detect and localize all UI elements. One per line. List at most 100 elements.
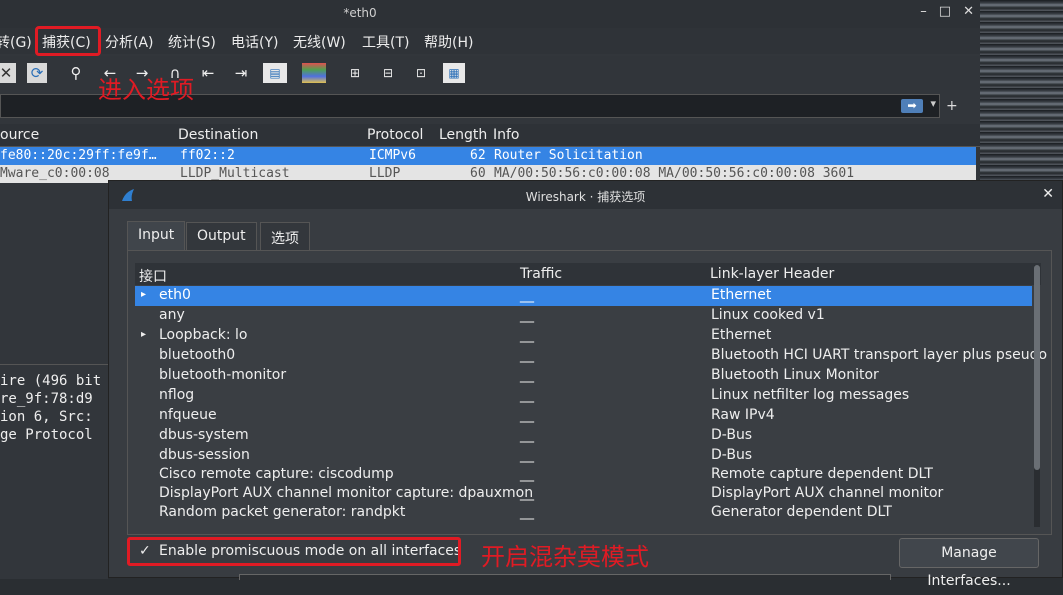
interface-traffic: __: [520, 447, 534, 463]
detail-line[interactable]: re_9f:78:d9: [0, 391, 93, 407]
window-controls: – □ ✕: [920, 4, 974, 19]
interface-link-layer[interactable]: Ethernet: [711, 327, 771, 343]
col-destination[interactable]: Destination: [178, 127, 258, 143]
zoom-in-icon[interactable]: ⊞: [345, 63, 365, 83]
dialog-title-bar: Wireshark · 捕获选项 ✕: [109, 181, 1062, 209]
interface-name: Loopback: lo: [159, 327, 248, 343]
col-protocol[interactable]: Protocol: [367, 127, 423, 143]
interface-row[interactable]: ▸ Loopback: lo __ Ethernet: [135, 326, 1032, 346]
packet-row[interactable]: fe80::20c:29ff:fe9f… ff02::2 ICMPv6 62 R…: [0, 147, 976, 165]
interface-traffic: __: [520, 407, 534, 423]
minimize-icon[interactable]: –: [920, 4, 927, 19]
menu-tools[interactable]: 工具(T): [362, 32, 409, 52]
expand-arrow-icon[interactable]: ▸: [141, 289, 146, 300]
interface-traffic: __: [520, 466, 534, 482]
interface-name: dbus-system: [159, 427, 249, 443]
detail-line[interactable]: ion 6, Src:: [0, 409, 93, 425]
detail-line[interactable]: ge Protocol: [0, 427, 93, 443]
interface-row[interactable]: nflog __ Linux netfilter log messages: [135, 386, 1032, 406]
packet-source: fe80::20c:29ff:fe9f…: [0, 148, 157, 163]
interface-row[interactable]: any __ Linux cooked v1: [135, 306, 1032, 326]
col-link-layer[interactable]: Link-layer Header: [710, 266, 834, 282]
interface-row[interactable]: bluetooth0 __ Bluetooth HCI UART transport…: [135, 346, 1047, 366]
maximize-icon[interactable]: □: [939, 4, 951, 19]
interface-link-layer[interactable]: Generator dependent DLT: [711, 504, 892, 520]
interface-row[interactable]: dbus-system __ D-Bus: [135, 426, 1032, 446]
interface-row[interactable]: Random packet generator: randpkt __ Genera…: [135, 503, 1032, 523]
interface-row[interactable]: ▸ eth0 __ Ethernet: [135, 286, 1032, 306]
close-icon[interactable]: ✕: [1042, 186, 1054, 202]
scrollbar-thumb[interactable]: [1034, 265, 1040, 470]
normal-size-icon[interactable]: ⊡: [411, 63, 431, 83]
packet-destination: ff02::2: [180, 148, 235, 163]
manage-interfaces-button[interactable]: Manage Interfaces...: [899, 538, 1039, 589]
interface-traffic: __: [520, 485, 534, 501]
col-source[interactable]: ource: [0, 127, 39, 143]
menu-statistics[interactable]: 统计(S): [168, 32, 216, 52]
interface-traffic: __: [520, 367, 534, 383]
reload-icon[interactable]: ⟳: [27, 63, 47, 83]
menu-go[interactable]: 转(G): [0, 32, 32, 52]
first-packet-icon[interactable]: ⇤: [198, 63, 218, 83]
packet-protocol: ICMPv6: [369, 148, 416, 163]
window-title: *eth0: [343, 6, 377, 20]
interface-traffic: __: [520, 327, 534, 343]
interface-row[interactable]: DisplayPort AUX channel monitor capture:…: [135, 484, 1032, 504]
col-traffic[interactable]: Traffic: [520, 266, 562, 282]
capture-filter-input[interactable]: [239, 574, 891, 580]
interface-row[interactable]: Cisco remote capture: ciscodump __ Remote …: [135, 465, 1032, 485]
interface-link-layer[interactable]: D-Bus: [711, 447, 752, 463]
annotation-enable-promiscuous: 开启混杂莫模式: [481, 543, 649, 571]
menu-help[interactable]: 帮助(H): [424, 32, 473, 52]
menu-bar: 转(G) 捕获(C) 分析(A) 统计(S) 电话(Y) 无线(W) 工具(T)…: [0, 28, 980, 54]
interface-link-layer[interactable]: D-Bus: [711, 427, 752, 443]
tab-output[interactable]: Output: [186, 222, 257, 250]
tab-input[interactable]: Input: [127, 221, 186, 251]
interface-row[interactable]: dbus-session __ D-Bus: [135, 446, 1032, 466]
zoom-out-icon[interactable]: ⊟: [378, 63, 398, 83]
interface-link-layer[interactable]: Bluetooth HCI UART transport layer plus …: [711, 347, 1047, 363]
tab-options[interactable]: 选项: [260, 222, 310, 250]
col-info[interactable]: Info: [493, 127, 520, 143]
promiscuous-mode-highlight: [127, 537, 461, 566]
dialog-title: Wireshark · 捕获选项: [525, 190, 646, 204]
packet-info: Router Solicitation: [494, 148, 643, 163]
menu-wireless[interactable]: 无线(W): [293, 32, 346, 52]
chevron-down-icon[interactable]: ▾: [930, 97, 936, 110]
interface-row[interactable]: bluetooth-monitor __ Bluetooth Linux Monit…: [135, 366, 1032, 386]
packet-length: 60: [470, 166, 486, 181]
interface-link-layer[interactable]: Raw IPv4: [711, 407, 775, 423]
find-packet-icon[interactable]: ⚲: [66, 63, 86, 83]
last-packet-icon[interactable]: ⇥: [231, 63, 251, 83]
close-icon[interactable]: ✕: [963, 4, 974, 19]
colorize-icon[interactable]: [302, 63, 326, 83]
interface-link-layer[interactable]: Linux netfilter log messages: [711, 387, 909, 403]
interface-link-layer[interactable]: Ethernet: [711, 287, 771, 303]
menu-telephony[interactable]: 电话(Y): [231, 32, 278, 52]
add-filter-button[interactable]: +: [946, 98, 958, 114]
interface-row[interactable]: nfqueue __ Raw IPv4: [135, 406, 1032, 426]
interface-link-layer[interactable]: Bluetooth Linux Monitor: [711, 367, 879, 383]
interface-name: nfqueue: [159, 407, 217, 423]
packet-source: Mware_c0:00:08: [0, 166, 110, 181]
interface-name: Random packet generator: randpkt: [159, 504, 406, 520]
resize-columns-icon[interactable]: ▦: [443, 63, 465, 83]
interface-name: bluetooth-monitor: [159, 367, 287, 383]
expand-arrow-icon[interactable]: ▸: [141, 329, 146, 340]
interface-name: dbus-session: [159, 447, 250, 463]
packet-length: 62: [470, 148, 486, 163]
apply-filter-icon[interactable]: ➡: [901, 99, 923, 113]
auto-scroll-icon[interactable]: ▤: [263, 63, 287, 83]
interface-name: DisplayPort AUX channel monitor capture:…: [159, 485, 534, 501]
col-interface[interactable]: 接口: [139, 266, 167, 286]
menu-analyze[interactable]: 分析(A): [105, 32, 154, 52]
detail-line[interactable]: ire (496 bit: [0, 373, 101, 389]
close-file-icon[interactable]: ✕: [0, 63, 16, 83]
col-length[interactable]: Length: [439, 127, 487, 143]
packet-info: MA/00:50:56:c0:00:08 MA/00:50:56:c0:00:0…: [494, 166, 855, 181]
packet-protocol: LLDP: [369, 166, 401, 181]
interface-table-header: 接口 Traffic Link-layer Header: [135, 263, 1041, 285]
interface-link-layer[interactable]: Remote capture dependent DLT: [711, 466, 933, 482]
interface-link-layer[interactable]: Linux cooked v1: [711, 307, 825, 323]
interface-link-layer[interactable]: DisplayPort AUX channel monitor: [711, 485, 943, 501]
